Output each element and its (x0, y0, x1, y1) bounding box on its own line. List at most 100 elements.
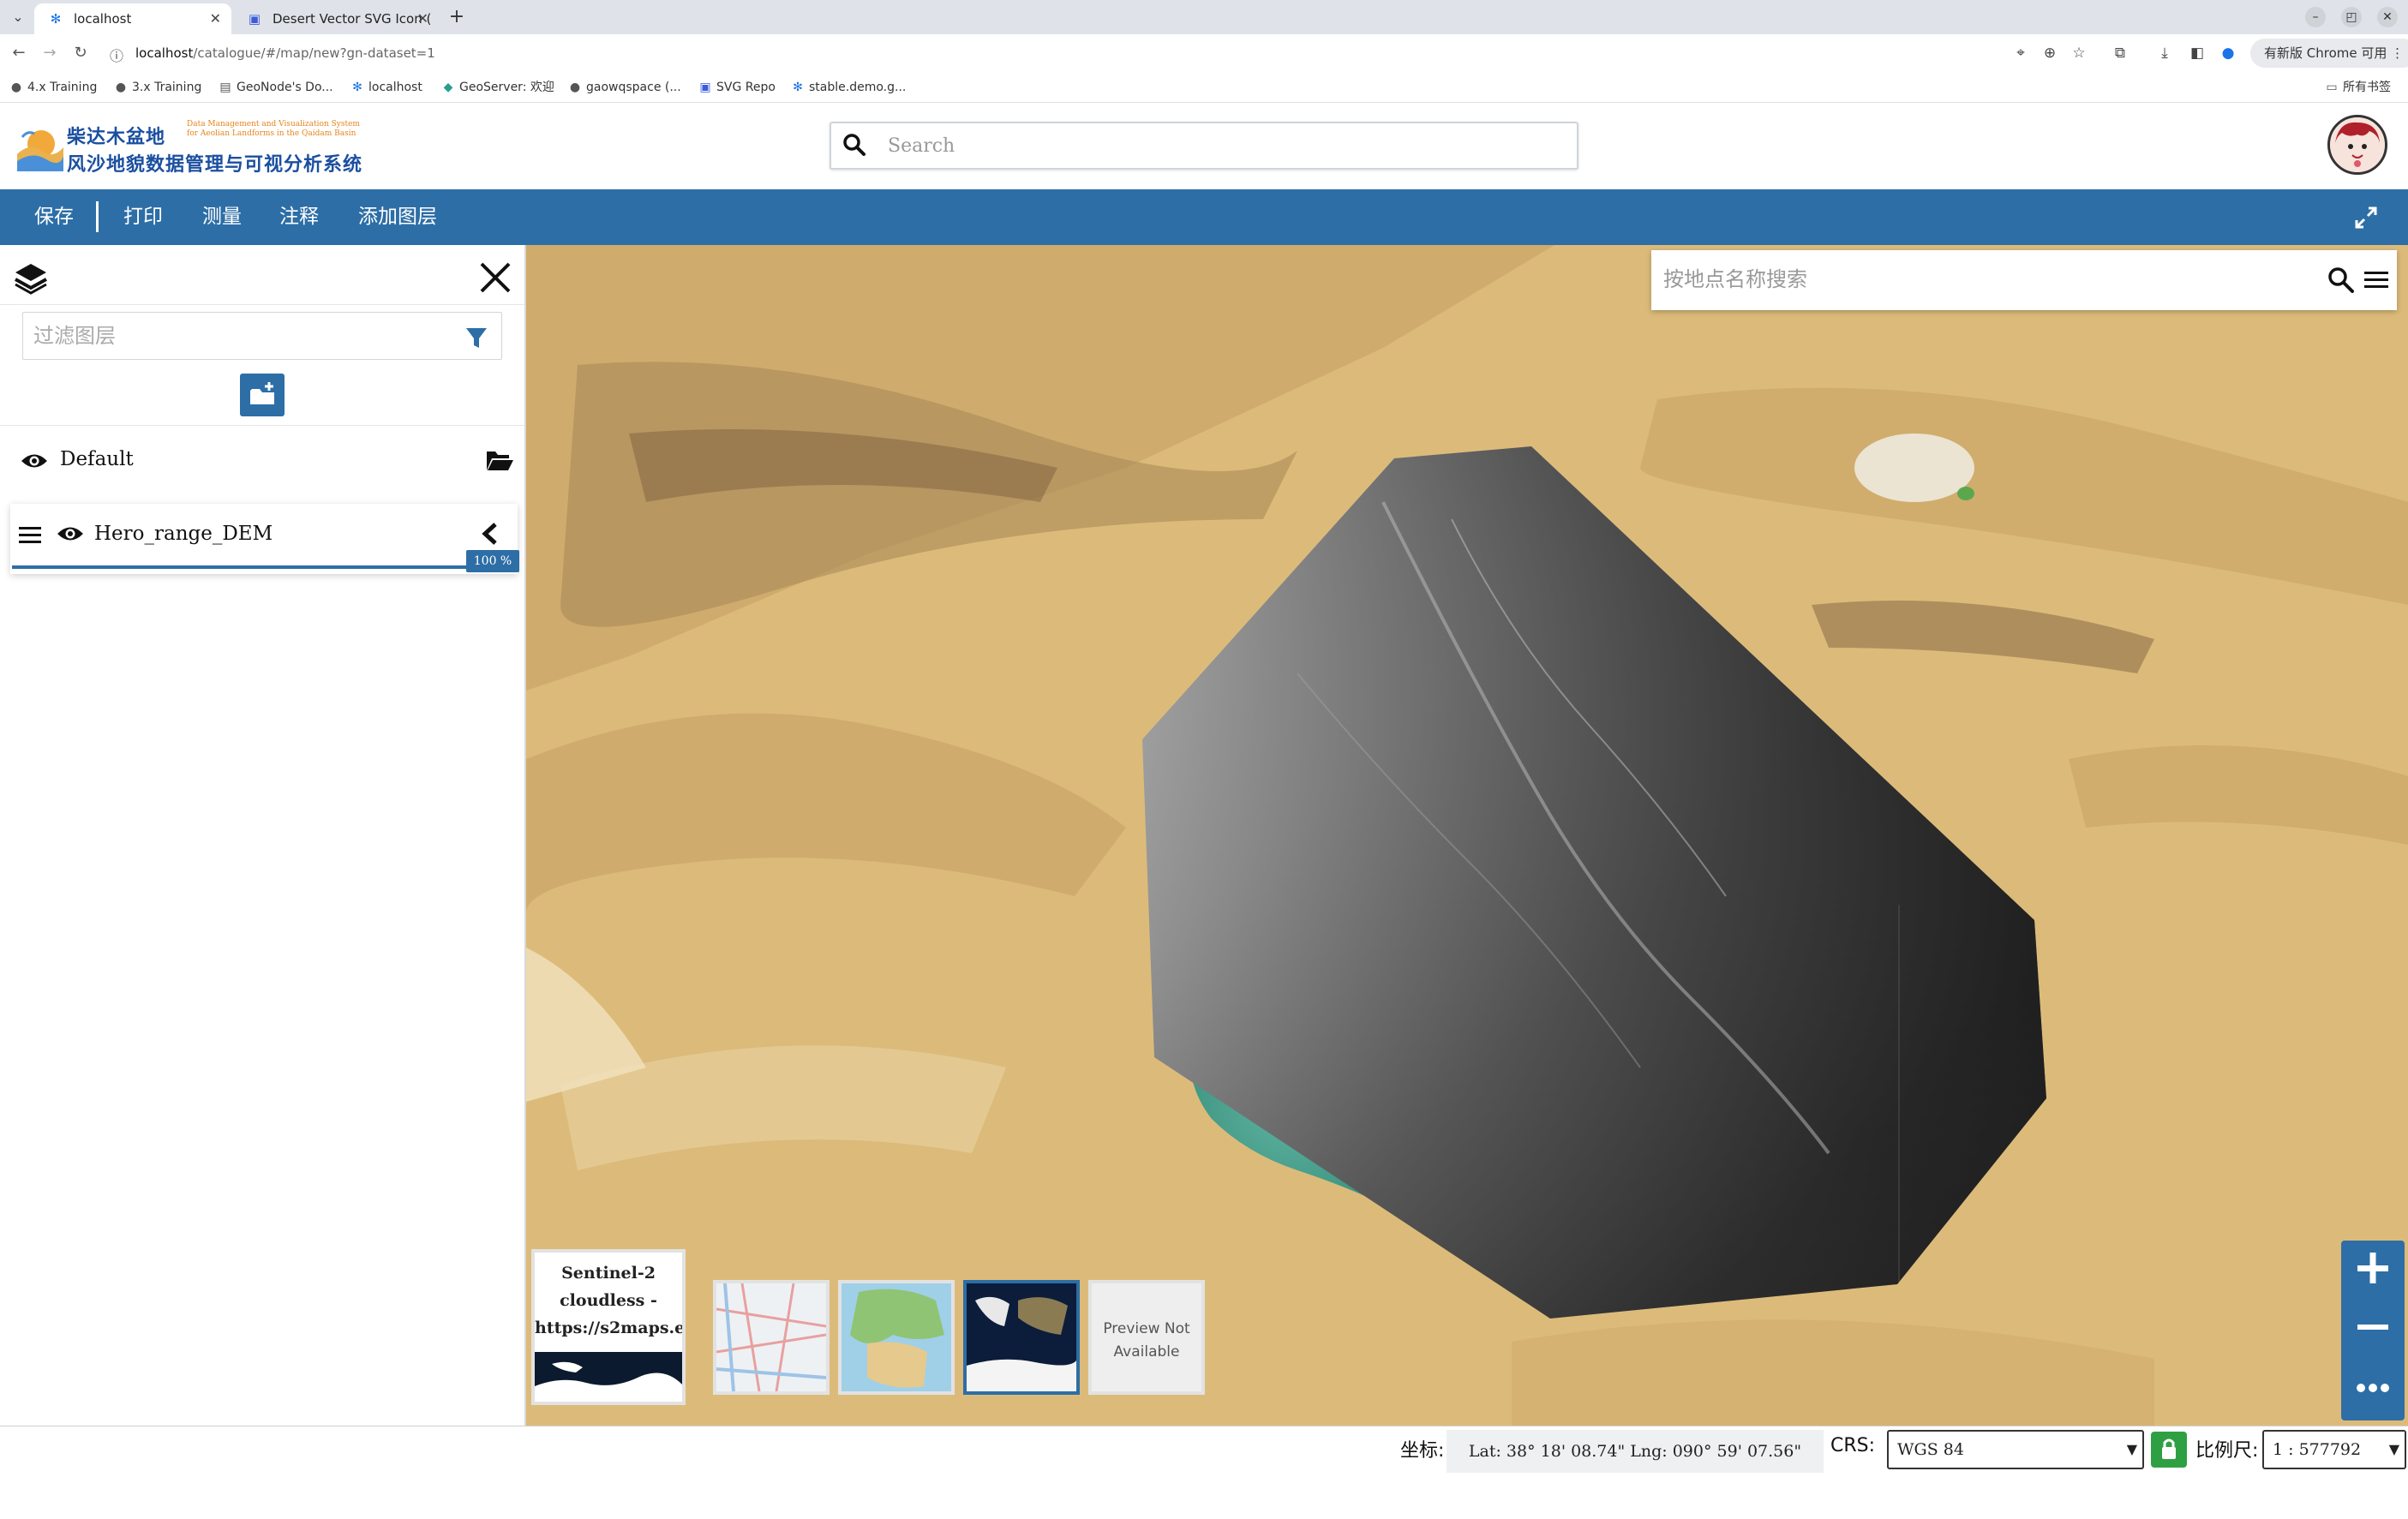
browser-tab-desert-vector[interactable]: ▣ Desert Vector SVG Icon ( ✕ (233, 3, 439, 34)
layer-name: Hero_range_DEM (94, 523, 273, 545)
chrome-update-button[interactable]: 有新版 Chrome 可用 ⋮ (2250, 39, 2408, 68)
background-option-satellite[interactable] (963, 1280, 1080, 1395)
restore-window-icon[interactable]: ◰ (2341, 7, 2362, 27)
desert-logo-icon (17, 130, 63, 171)
fullscreen-expand-icon[interactable] (2351, 203, 2381, 232)
tab-title: Desert Vector SVG Icon ( (273, 11, 432, 27)
map-toolbar: 保存 打印 测量 注释 添加图层 (0, 189, 2408, 245)
opacity-value-badge: 100 % (466, 550, 519, 572)
bookmarks-bar: ● 4.x Training ● 3.x Training ▤ GeoNode's D… (0, 72, 2408, 103)
user-avatar-image (2330, 117, 2385, 172)
more-tools-button[interactable] (2341, 1357, 2405, 1414)
url-field[interactable]: ⓘ localhost/catalogue/#/map/new?gn-datas… (105, 38, 2315, 69)
background-option-streets[interactable] (713, 1280, 830, 1395)
bookmark-star-icon[interactable]: ☆ (2069, 43, 2089, 63)
save-button[interactable]: 保存 (34, 201, 74, 232)
minimize-window-icon[interactable]: – (2305, 7, 2326, 27)
logo-english-subtitle: Data Management and Visualization System… (187, 120, 360, 138)
world-thumbnail-icon (535, 1352, 682, 1402)
group-name: Default (60, 448, 134, 470)
scale-select[interactable]: 1 : 577792 ▼ (2262, 1430, 2406, 1469)
crs-select[interactable]: WGS 84 ▼ (1887, 1430, 2144, 1469)
add-folder-icon (250, 382, 274, 404)
mouse-coordinates: Lat: 38° 18' 08.74" Lng: 090° 59' 07.56" (1447, 1430, 1824, 1473)
add-group-button[interactable] (240, 374, 285, 416)
search-icon[interactable] (2327, 266, 2356, 295)
logo-title-line2: 风沙地貌数据管理与可视分析系统 (67, 154, 363, 176)
zoom-in-button[interactable] (2341, 1241, 2405, 1297)
browser-tab-localhost[interactable]: ✻ localhost ✕ (34, 3, 231, 34)
extensions-icon[interactable]: ⧉ (2110, 43, 2130, 63)
bookmark-3x-training[interactable]: ● 3.x Training (113, 78, 201, 97)
bookmark-localhost[interactable]: ✻ localhost (350, 78, 422, 97)
visibility-eye-icon[interactable] (57, 524, 84, 543)
layer-group-default[interactable]: Default (0, 425, 524, 495)
bookmark-stable-demo[interactable]: ✻ stable.demo.g... (790, 78, 906, 97)
download-icon[interactable]: ⤓ (2154, 43, 2175, 63)
bookmark-gaowqspace[interactable]: ● gaowqspace (... (567, 78, 681, 97)
url-path: /catalogue/#/map/new?gn-dataset=1 (193, 45, 435, 61)
preview-not-available-label: Preview Not Available (1103, 1320, 1190, 1361)
tab-title: localhost (74, 11, 132, 27)
layer-node-hero-range-dem[interactable]: Hero_range_DEM (10, 504, 518, 574)
search-input[interactable] (888, 132, 1556, 159)
location-pin-icon[interactable]: ⌖ (2010, 43, 2031, 63)
close-panel-icon[interactable] (476, 259, 514, 296)
chevron-left-icon[interactable] (478, 521, 502, 547)
map-viewport[interactable]: Sentinel-2 cloudless - https://s2maps.eu (526, 245, 2408, 1426)
tab-search-chevron-icon[interactable]: ⌄ (7, 7, 29, 27)
site-info-icon[interactable]: ⓘ (110, 45, 123, 65)
zoom-out-button[interactable] (2341, 1299, 2405, 1355)
user-avatar[interactable] (2327, 115, 2387, 175)
streets-map-thumbnail (716, 1283, 826, 1391)
layers-panel-header (0, 245, 524, 305)
geonode-icon: ✻ (793, 81, 803, 94)
drag-handle-icon[interactable] (19, 524, 41, 545)
reload-icon[interactable]: ↻ (70, 43, 91, 63)
map-canvas[interactable] (526, 245, 2408, 1426)
annotate-button[interactable]: 注释 (279, 201, 319, 232)
layers-icon (15, 264, 47, 295)
zoom-controls (2341, 1241, 2405, 1420)
github-icon: ● (10, 81, 22, 94)
minus-icon (2357, 1325, 2388, 1330)
place-search-input[interactable] (1663, 262, 2263, 296)
hamburger-menu-icon[interactable] (2364, 269, 2388, 291)
back-arrow-icon[interactable]: ← (9, 43, 29, 63)
search-icon[interactable] (842, 132, 867, 158)
measure-button[interactable]: 测量 (202, 201, 242, 232)
zoom-icon[interactable]: ⊕ (2040, 43, 2060, 63)
bookmark-geonode-docs[interactable]: ▤ GeoNode's Do... (218, 78, 332, 97)
current-background[interactable]: Sentinel-2 cloudless - https://s2maps.eu (531, 1249, 686, 1405)
add-layer-button[interactable]: 添加图层 (358, 201, 437, 232)
github-icon: ● (569, 81, 581, 94)
opacity-slider[interactable] (12, 565, 475, 569)
app-logo[interactable]: 柴达木盆地 Data Management and Visualization … (15, 118, 375, 178)
svgrepo-icon: ▣ (699, 81, 711, 94)
background-option-terrain[interactable] (838, 1280, 955, 1395)
layer-filter-input[interactable] (33, 321, 445, 350)
bookmark-geoserver[interactable]: ◆ GeoServer: 欢迎 (440, 78, 554, 97)
more-dots-icon (2357, 1384, 2389, 1392)
close-window-icon[interactable]: ✕ (2377, 7, 2398, 27)
scale-lock-button[interactable] (2151, 1432, 2187, 1468)
all-bookmarks-folder[interactable]: ▭ 所有书签 (2324, 78, 2391, 97)
profile-icon[interactable]: ● (2218, 43, 2238, 63)
satellite-map-thumbnail (967, 1283, 1076, 1391)
bookmark-svg-repo[interactable]: ▣ SVG Repo (698, 78, 776, 97)
visibility-eye-icon[interactable] (21, 452, 48, 470)
tab-close-icon[interactable]: ✕ (210, 3, 221, 34)
new-tab-button[interactable]: + (444, 5, 470, 31)
side-panel-icon[interactable]: ◧ (2187, 43, 2207, 63)
forward-arrow-icon[interactable]: → (39, 43, 60, 63)
tab-close-icon[interactable]: ✕ (417, 3, 428, 34)
crs-label: CRS: (1830, 1435, 1876, 1456)
folder-open-icon[interactable] (485, 448, 514, 472)
print-button[interactable]: 打印 (123, 201, 163, 232)
background-option-unavailable[interactable]: Preview Not Available (1088, 1280, 1205, 1395)
browser-address-bar: ← → ↻ ⓘ localhost/catalogue/#/map/new?gn… (0, 34, 2408, 72)
browser-tab-bar: ⌄ ✻ localhost ✕ ▣ Desert Vector SVG Icon… (0, 0, 2408, 34)
svgrepo-favicon-icon: ▣ (248, 11, 261, 27)
bookmark-4x-training[interactable]: ● 4.x Training (9, 78, 97, 97)
app-header: 柴达木盆地 Data Management and Visualization … (0, 103, 2408, 189)
